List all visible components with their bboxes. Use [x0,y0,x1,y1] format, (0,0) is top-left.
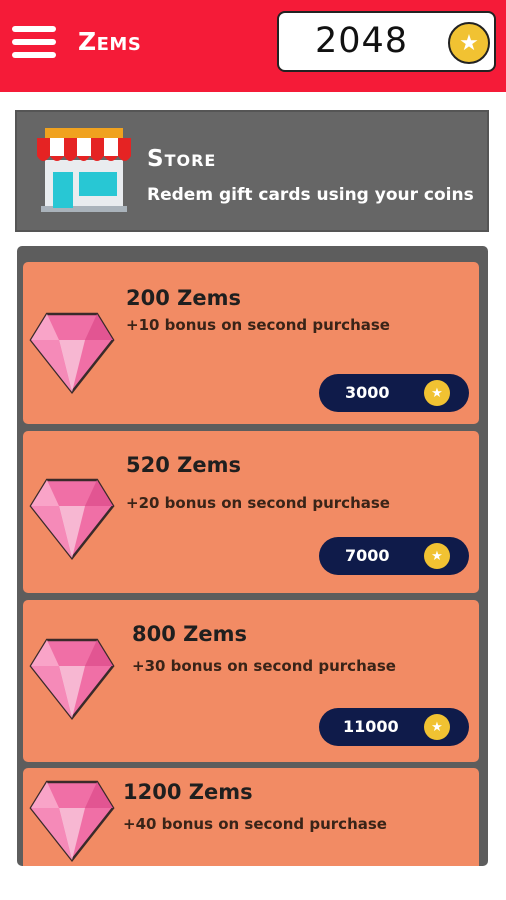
hamburger-menu-icon [12,26,56,32]
offer-card[interactable]: 200 Zems +10 bonus on second purchase 30… [23,262,479,424]
star-coin-icon: ★ [424,380,450,406]
price-button[interactable]: 7000 ★ [319,537,469,575]
coin-balance-box[interactable]: 2048 ★ [277,11,496,72]
offer-title: 1200 Zems [123,780,253,804]
menu-button[interactable] [12,26,58,60]
store-subtitle: Redem gift cards using your coins [147,185,474,205]
gem-icon [29,780,115,863]
price-label: 3000 [345,383,390,402]
offer-card[interactable]: 800 Zems +30 bonus on second purchase 11… [23,600,479,762]
offer-title: 200 Zems [126,286,241,310]
star-coin-icon: ★ [448,22,490,64]
star-coin-icon: ★ [424,714,450,740]
offer-title: 520 Zems [126,453,241,477]
offer-bonus: +20 bonus on second purchase [126,494,390,512]
store-title: Store [147,146,217,172]
offer-title: 800 Zems [132,622,247,646]
price-button[interactable]: 3000 ★ [319,374,469,412]
offer-card[interactable]: 520 Zems +20 bonus on second purchase 70… [23,431,479,593]
gem-icon [29,638,115,721]
offer-bonus: +10 bonus on second purchase [126,316,390,334]
offer-card[interactable]: 1200 Zems +40 bonus on second purchase [23,768,479,866]
price-label: 7000 [345,546,390,565]
offer-bonus: +30 bonus on second purchase [132,657,396,675]
app-title: Zems [78,27,142,56]
star-coin-icon: ★ [424,543,450,569]
gem-icon [29,478,115,561]
price-label: 11000 [343,717,399,736]
offers-list[interactable]: 200 Zems +10 bonus on second purchase 30… [17,246,488,866]
price-button[interactable]: 11000 ★ [319,708,469,746]
app-header: Zems 2048 ★ [0,0,506,92]
store-banner: Store Redem gift cards using your coins [15,110,489,232]
storefront-icon [37,128,131,212]
coin-balance: 2048 [315,21,409,61]
offer-bonus: +40 bonus on second purchase [123,815,387,833]
gem-icon [29,312,115,395]
